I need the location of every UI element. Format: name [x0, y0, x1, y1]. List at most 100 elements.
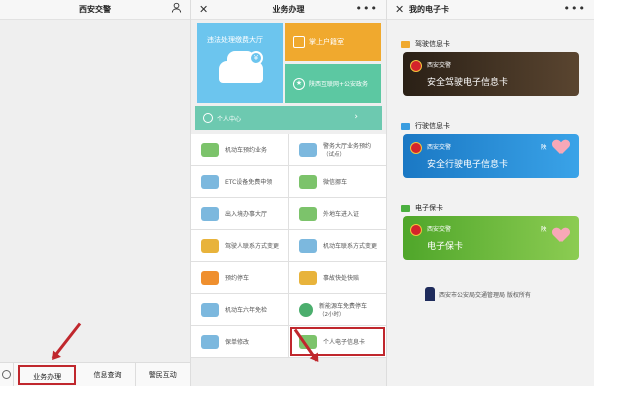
- card-org: 西安交警: [427, 144, 452, 151]
- keyboard-toggle-icon[interactable]: [0, 362, 14, 386]
- section-title: 驾驶信息卡: [415, 40, 450, 48]
- exit-entry-hall-item[interactable]: 出入境办事大厅: [191, 198, 289, 229]
- more-icon[interactable]: •••: [564, 2, 586, 15]
- my-e-card-screen: ✕ 我的电子卡 ••• 驾驶信息卡 西安交警 安全驾驶电子信息卡 行驶信息卡 西…: [386, 0, 594, 386]
- menu-info-query[interactable]: 信息查询: [80, 362, 136, 386]
- business-handling-screen: ✕ 业务办理 ••• 违法处理缴费大厅 ¥ 掌上户籍室 ★ 陕西互联网+公安政务…: [190, 0, 386, 386]
- more-icon[interactable]: •••: [356, 2, 378, 15]
- title-bar: 西安交警: [0, 0, 190, 20]
- item-label-main: 新能源车免费停车: [319, 303, 368, 310]
- plate-tag: 陕: [541, 227, 547, 233]
- truck-icon: [299, 206, 317, 221]
- wechat-move-car-item[interactable]: 微信挪车: [289, 166, 386, 197]
- item-label-sub: （试点）: [323, 152, 346, 158]
- tile-label: 掌上户籍室: [309, 38, 344, 46]
- airplane-icon: [201, 206, 219, 221]
- menu-business-handling[interactable]: 业务办理: [18, 364, 77, 385]
- section-label: 电子保卡: [401, 202, 581, 214]
- chevron-right-icon: ›: [354, 112, 358, 122]
- close-icon[interactable]: ✕: [199, 3, 208, 16]
- nonlocal-vehicle-pass-item[interactable]: 外地车进入证: [289, 198, 386, 229]
- violation-payment-tile[interactable]: 违法处理缴费大厅 ¥: [197, 23, 283, 103]
- police-hall-appointment-item[interactable]: 警务大厅业务预约 （试点）: [289, 134, 386, 165]
- section-title: 电子保卡: [415, 204, 443, 212]
- card-icon: [401, 122, 410, 130]
- shaanxi-police-service-tile[interactable]: ★ 陕西互联网+公安政务: [285, 64, 381, 103]
- item-label: 微信挪车: [323, 179, 348, 186]
- user-avatar-icon: [203, 113, 213, 123]
- policy-modify-item[interactable]: 保单修改: [191, 326, 289, 357]
- e-insurance-card[interactable]: 西安交警 电子保卡 陕: [403, 216, 579, 260]
- card-title: 安全驾驶电子信息卡: [427, 78, 509, 88]
- item-label: 出入境办事大厅: [225, 211, 268, 218]
- copyright-footer: 西安市公安局交通管理局 版权所有: [425, 287, 531, 301]
- etc-device-icon: [201, 174, 219, 189]
- card-org: 西安交警: [427, 62, 452, 69]
- driver-icon: [201, 238, 219, 253]
- item-label: 警务大厅业务预约 （试点）: [323, 141, 371, 158]
- tile-label: 陕西互联网+公安政务: [309, 81, 369, 88]
- chat-area: [0, 21, 190, 362]
- section-label: 驾驶信息卡: [401, 38, 581, 50]
- close-icon[interactable]: ✕: [395, 3, 404, 16]
- grid-row: 驾驶人联系方式变更 机动车联系方式变更: [191, 230, 386, 262]
- vehicle-contact-change-item[interactable]: 机动车联系方式变更: [289, 230, 386, 261]
- card-icon: [401, 40, 410, 48]
- safe-vehicle-card[interactable]: 西安交警 安全行驶电子信息卡 陕: [403, 134, 579, 178]
- item-label: 驾驶人联系方式变更: [225, 243, 280, 250]
- six-year-inspection-exemption-item[interactable]: 机动车六年免检: [191, 294, 289, 325]
- parking-p-icon: [299, 302, 313, 317]
- police-emblem-icon: [410, 142, 422, 154]
- item-label: 保单修改: [225, 339, 250, 346]
- yuan-coin-icon: ¥: [249, 51, 263, 65]
- feature-tiles: 违法处理缴费大厅 ¥ 掌上户籍室 ★ 陕西互联网+公安政务: [191, 21, 386, 103]
- grid-row: 出入境办事大厅 外地车进入证: [191, 198, 386, 230]
- card-org: 西安交警: [427, 226, 452, 233]
- police-icon: [299, 142, 317, 157]
- item-label: ETC设备免费申领: [225, 179, 273, 186]
- grid-row: 预约停车 事故快处快赔: [191, 262, 386, 294]
- tile-label: 违法处理缴费大厅: [207, 36, 263, 44]
- phone-icon: [299, 174, 317, 189]
- vehicle-info-section: 行驶信息卡 西安交警 安全行驶电子信息卡 陕: [401, 120, 581, 178]
- driving-info-section: 驾驶信息卡 西安交警 安全驾驶电子信息卡: [401, 38, 581, 96]
- page-title: 业务办理: [272, 5, 305, 14]
- user-profile-icon[interactable]: [171, 2, 182, 16]
- card-title: 电子保卡: [427, 242, 464, 252]
- id-card-icon: [293, 36, 305, 48]
- item-label: 外地车进入证: [323, 211, 360, 218]
- car-icon: [201, 142, 219, 157]
- grid-row: ETC设备免费申领 微信挪车: [191, 166, 386, 198]
- copyright-text: 西安市公安局交通管理局 版权所有: [439, 291, 531, 299]
- vehicle-appointment-item[interactable]: 机动车预约业务: [191, 134, 289, 165]
- e-insurance-section: 电子保卡 西安交警 电子保卡 陕: [401, 202, 581, 260]
- star-badge-icon: ★: [293, 77, 305, 90]
- car-check-icon: [201, 302, 219, 317]
- safe-driving-card[interactable]: 西安交警 安全驾驶电子信息卡: [403, 52, 579, 96]
- card-title: 安全行驶电子信息卡: [427, 160, 509, 170]
- item-label-main: 警务大厅业务预约: [323, 143, 372, 150]
- personal-center-bar[interactable]: 个人中心 ›: [195, 106, 382, 130]
- parking-reservation-item[interactable]: 预约停车: [191, 262, 289, 293]
- police-mascot-icon: [425, 287, 435, 301]
- service-grid: 机动车预约业务 警务大厅业务预约 （试点） ETC设备免费申领 微信挪车 出入境办…: [191, 134, 386, 358]
- policy-icon: [201, 334, 219, 349]
- item-label: 个人电子信息卡: [323, 339, 366, 346]
- bottom-menu: 业务办理 信息查询 警民互动: [0, 362, 190, 386]
- item-label: 机动车联系方式变更: [323, 243, 378, 250]
- item-label: 机动车预约业务: [225, 147, 268, 154]
- title-bar: ✕ 我的电子卡 •••: [387, 0, 594, 20]
- etc-device-item[interactable]: ETC设备免费申领: [191, 166, 289, 197]
- heart-icon: [553, 228, 569, 242]
- new-energy-free-parking-item[interactable]: 新能源车免费停车 （2小时）: [289, 294, 386, 325]
- accident-quick-claim-item[interactable]: 事故快处快赔: [289, 262, 386, 293]
- item-label-sub: （2小时）: [319, 312, 345, 318]
- menu-police-interaction[interactable]: 警民互动: [136, 363, 190, 387]
- police-emblem-icon: [410, 60, 422, 72]
- accident-icon: [299, 270, 317, 285]
- parking-icon: [201, 270, 219, 285]
- household-registry-tile[interactable]: 掌上户籍室: [285, 23, 381, 61]
- driver-contact-change-item[interactable]: 驾驶人联系方式变更: [191, 230, 289, 261]
- section-label: 行驶信息卡: [401, 120, 581, 132]
- card-icon: [401, 204, 410, 212]
